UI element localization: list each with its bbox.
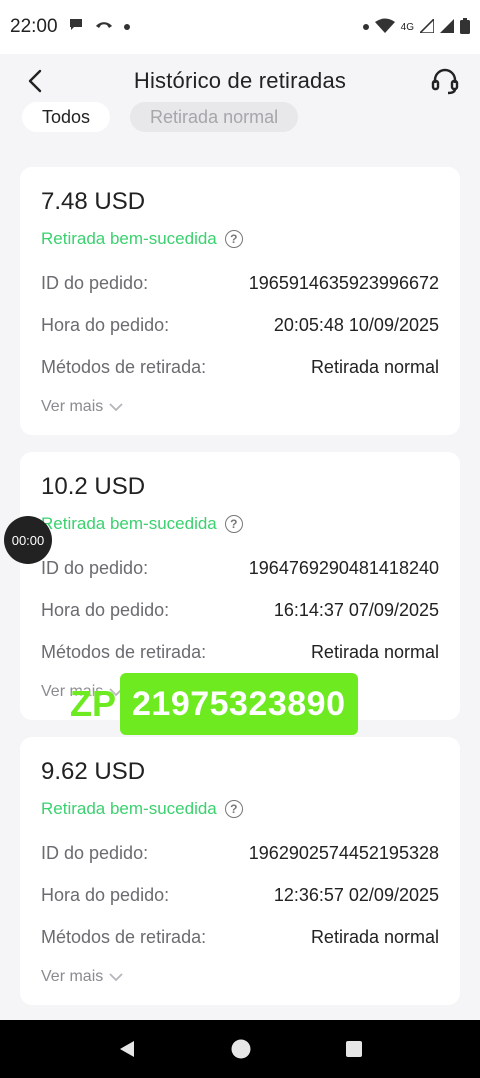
order-time-row: Hora do pedido: 20:05:48 10/09/2025 <box>41 304 439 346</box>
withdrawal-card: 7.48 USD Retirada bem-sucedida ? ID do p… <box>20 167 460 435</box>
order-id-value: 1965914635923996672 <box>248 272 439 293</box>
help-circle-icon[interactable]: ? <box>224 230 243 248</box>
phone-notification-icon <box>94 16 114 38</box>
method-label: Métodos de retirada: <box>41 356 207 377</box>
withdrawal-amount: 10.2 USD <box>41 473 146 500</box>
see-more-button[interactable]: Ver mais <box>41 964 439 990</box>
order-time-label: Hora do pedido: <box>41 599 170 620</box>
filter-all[interactable]: Todos <box>22 102 111 132</box>
order-time-label: Hora do pedido: <box>41 314 170 335</box>
see-more-label: Ver mais <box>41 968 104 985</box>
status-bar: 22:00 4G <box>0 0 480 54</box>
withdrawal-status: Retirada bem-sucedida ? <box>41 798 439 820</box>
withdrawal-status: Retirada bem-sucedida ? <box>41 513 439 535</box>
method-label: Métodos de retirada: <box>41 926 207 947</box>
order-time-row: Hora do pedido: 16:14:37 07/09/2025 <box>41 589 439 631</box>
help-circle-icon[interactable]: ? <box>224 515 243 533</box>
method-value: Retirada normal <box>310 926 439 947</box>
app-header: Histórico de retiradas <box>0 54 480 108</box>
headset-icon <box>431 68 459 95</box>
method-value: Retirada normal <box>310 356 439 377</box>
order-id-label: ID do pedido: <box>41 557 149 578</box>
chevron-down-icon <box>109 973 123 982</box>
signal-icon <box>418 16 435 36</box>
method-row: Métodos de retirada: Retirada normal <box>41 916 439 958</box>
method-row: Métodos de retirada: Retirada normal <box>41 346 439 388</box>
status-text: Retirada bem-sucedida <box>41 799 217 818</box>
chat-notification-icon <box>68 16 84 38</box>
back-arrow-icon <box>28 69 42 93</box>
watermark-prefix: ZP <box>70 683 117 724</box>
order-time-value: 12:36:57 02/09/2025 <box>273 884 439 905</box>
support-button[interactable] <box>428 64 462 98</box>
page-title: Histórico de retiradas <box>133 68 347 93</box>
method-row: Métodos de retirada: Retirada normal <box>41 631 439 673</box>
battery-icon <box>460 17 470 37</box>
status-text: Retirada bem-sucedida <box>41 514 217 533</box>
status-dot-icon <box>362 24 369 30</box>
order-id-row: ID do pedido: 1964769290481418240 <box>41 547 439 589</box>
system-nav-bar <box>0 1020 480 1078</box>
signal-icon-2 <box>440 18 454 36</box>
help-circle-icon[interactable]: ? <box>224 800 243 818</box>
network-type: 4G <box>400 21 414 33</box>
order-id-value: 1964769290481418240 <box>248 557 439 578</box>
contact-watermark: ZP 21975323890 <box>70 673 358 735</box>
method-value: Retirada normal <box>310 641 439 662</box>
watermark-number: 21975323890 <box>120 673 358 735</box>
withdrawal-status: Retirada bem-sucedida ? <box>41 228 439 250</box>
order-id-row: ID do pedido: 1965914635923996672 <box>41 262 439 304</box>
withdrawal-card: 9.62 USD Retirada bem-sucedida ? ID do p… <box>20 737 460 1005</box>
status-text: Retirada bem-sucedida <box>41 229 217 248</box>
order-id-label: ID do pedido: <box>41 842 149 863</box>
chevron-down-icon <box>109 403 123 412</box>
order-time-label: Hora do pedido: <box>41 884 170 905</box>
nav-home-icon[interactable] <box>230 1038 252 1060</box>
order-time-row: Hora do pedido: 12:36:57 02/09/2025 <box>41 874 439 916</box>
status-time: 22:00 <box>10 16 58 37</box>
notification-dot-icon <box>123 24 130 30</box>
screen-recorder-timer[interactable]: 00:00 <box>4 516 52 564</box>
filter-tabs: Todos Retirada normal <box>0 102 480 134</box>
order-id-value: 1962902574452195328 <box>248 842 439 863</box>
order-time-value: 16:14:37 07/09/2025 <box>273 599 439 620</box>
order-time-value: 20:05:48 10/09/2025 <box>273 314 439 335</box>
order-id-label: ID do pedido: <box>41 272 149 293</box>
withdrawal-amount: 9.62 USD <box>41 758 146 785</box>
wifi-icon <box>374 18 395 37</box>
method-label: Métodos de retirada: <box>41 641 207 662</box>
order-id-row: ID do pedido: 1962902574452195328 <box>41 832 439 874</box>
nav-back-icon[interactable] <box>117 1039 137 1059</box>
withdrawal-amount: 7.48 USD <box>41 188 146 215</box>
see-more-label: Ver mais <box>41 398 104 415</box>
back-button[interactable] <box>20 66 50 96</box>
nav-recents-icon[interactable] <box>345 1040 363 1058</box>
see-more-button[interactable]: Ver mais <box>41 394 439 420</box>
filter-normal-withdrawal[interactable]: Retirada normal <box>130 102 299 132</box>
